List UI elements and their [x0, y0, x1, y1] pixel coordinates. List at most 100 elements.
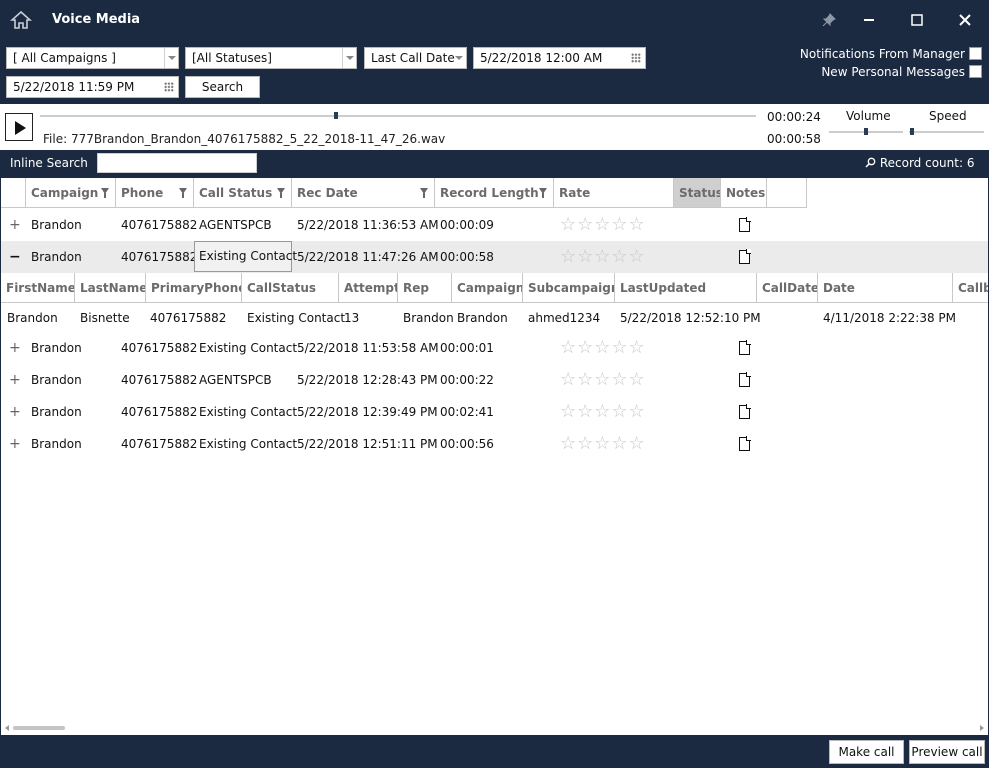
expand-icon[interactable]: + — [9, 209, 21, 241]
column-header-rec-date[interactable]: Rec Date — [292, 178, 435, 208]
note-document-icon[interactable] — [739, 372, 751, 387]
detail-header-primaryphone[interactable]: PrimaryPhone — [146, 273, 242, 303]
scroll-left-icon[interactable] — [5, 725, 9, 731]
column-header-phone[interactable]: Phone — [116, 178, 194, 208]
expand-icon[interactable]: + — [9, 332, 21, 364]
date-field-dropdown[interactable]: Last Call Date — [364, 47, 467, 69]
cell-campaign: Brandon — [31, 373, 82, 387]
cell-phone: 4076175882 — [121, 437, 198, 451]
calendar-icon[interactable] — [631, 53, 641, 63]
table-row[interactable]: + Brandon 4076175882 Existing Contact 5/… — [1, 396, 988, 428]
column-header-status[interactable]: Status — [674, 178, 721, 208]
volume-thumb[interactable] — [864, 128, 868, 135]
table-row[interactable]: + Brandon 4076175882 Existing Contact 5/… — [1, 428, 988, 460]
speed-thumb[interactable] — [910, 128, 914, 135]
status-dropdown-value: [All Statuses] — [192, 51, 272, 65]
chevron-down-icon — [342, 48, 356, 68]
detail-header-firstname[interactable]: FirstName — [1, 273, 75, 303]
minimize-button[interactable] — [858, 9, 880, 31]
play-button[interactable] — [5, 113, 33, 141]
campaign-dropdown[interactable]: [ All Campaigns ] — [6, 47, 179, 69]
rating-stars[interactable]: ☆☆☆☆☆ — [560, 209, 646, 241]
filter-icon[interactable] — [179, 188, 187, 198]
search-button[interactable]: Search — [185, 76, 260, 98]
detail-row: Brandon Bisnette 4076175882 Existing Con… — [1, 303, 988, 334]
column-header-rate[interactable]: Rate — [554, 178, 674, 208]
cell-phone: 4076175882 — [121, 250, 198, 264]
expand-icon[interactable]: + — [9, 428, 21, 460]
cell-call-status[interactable]: Existing Contact — [194, 241, 297, 272]
record-count: Record count: 6 — [865, 156, 974, 170]
maximize-button[interactable] — [906, 9, 928, 31]
seek-thumb[interactable] — [333, 112, 338, 119]
file-name: File: 777Brandon_Brandon_4076175882_5_22… — [43, 132, 446, 146]
calendar-icon[interactable] — [164, 82, 174, 92]
pin-icon[interactable] — [818, 9, 840, 31]
inline-search-input[interactable] — [97, 153, 257, 173]
cell-record-length: 00:00:09 — [440, 218, 494, 232]
preview-call-button[interactable]: Preview call — [909, 740, 985, 764]
expand-icon[interactable]: + — [9, 396, 21, 428]
date-from-picker[interactable]: 5/22/2018 12:00 AM — [473, 47, 646, 69]
detail-header-lastupdated[interactable]: LastUpdated — [615, 273, 757, 303]
table-row[interactable]: + Brandon 4076175882 AGENTSPCB 5/22/2018… — [1, 209, 988, 241]
rating-stars[interactable]: ☆☆☆☆☆ — [560, 241, 646, 273]
note-document-icon[interactable] — [739, 436, 751, 451]
cell-rec-date: 5/22/2018 11:53:58 AM — [297, 341, 439, 355]
detail-header-rep[interactable]: Rep — [398, 273, 452, 303]
rating-stars[interactable]: ☆☆☆☆☆ — [560, 428, 646, 460]
speed-label: Speed — [929, 109, 967, 123]
rating-stars[interactable]: ☆☆☆☆☆ — [560, 364, 646, 396]
detail-header-campaign[interactable]: Campaign — [452, 273, 523, 303]
scroll-right-icon[interactable] — [980, 725, 984, 731]
note-document-icon[interactable] — [739, 217, 751, 232]
cell-phone: 4076175882 — [121, 218, 198, 232]
filter-icon[interactable] — [420, 188, 428, 198]
detail-header-lastname[interactable]: LastName — [75, 273, 146, 303]
filter-icon[interactable] — [101, 188, 109, 198]
expand-icon[interactable]: + — [9, 364, 21, 396]
column-header-campaign[interactable]: Campaign — [26, 178, 116, 208]
speed-slider[interactable] — [909, 131, 984, 133]
status-dropdown[interactable]: [All Statuses] — [185, 47, 357, 69]
cell-phone: 4076175882 — [121, 405, 198, 419]
detail-header-calldate[interactable]: CallDate — [757, 273, 818, 303]
collapse-icon[interactable]: − — [9, 241, 21, 273]
column-header-record-length[interactable]: Record Length — [435, 178, 554, 208]
make-call-button[interactable]: Make call — [829, 740, 904, 764]
detail-header-callstatus[interactable]: CallStatus — [242, 273, 339, 303]
notifications-manager-checkbox[interactable] — [969, 47, 982, 60]
note-document-icon[interactable] — [739, 249, 751, 264]
detail-lastname: Bisnette — [80, 311, 130, 325]
rating-stars[interactable]: ☆☆☆☆☆ — [560, 396, 646, 428]
seek-track[interactable] — [40, 115, 756, 117]
notifications-manager-label: Notifications From Manager — [799, 47, 965, 61]
detail-header-date[interactable]: Date — [818, 273, 953, 303]
date-to-picker[interactable]: 5/22/2018 11:59 PM — [6, 76, 179, 98]
filter-icon[interactable] — [277, 188, 285, 198]
table-row[interactable]: − Brandon 4076175882 Existing Contact 5/… — [1, 241, 988, 273]
date-to-value: 5/22/2018 11:59 PM — [13, 80, 135, 94]
column-header-notes[interactable]: Notes — [721, 178, 767, 208]
table-row[interactable]: + Brandon 4076175882 Existing Contact 5/… — [1, 332, 988, 364]
detail-header-attempt[interactable]: Attempt — [339, 273, 398, 303]
cell-record-length: 00:00:56 — [440, 437, 494, 451]
close-button[interactable] — [954, 9, 976, 31]
detail-header-callback[interactable]: Callb — [953, 273, 988, 303]
chevron-down-icon — [452, 48, 466, 68]
horizontal-scrollbar-thumb[interactable] — [13, 726, 65, 730]
table-row[interactable]: + Brandon 4076175882 AGENTSPCB 5/22/2018… — [1, 364, 988, 396]
note-document-icon[interactable] — [739, 404, 751, 419]
detail-attempt: 13 — [344, 311, 360, 325]
personal-messages-checkbox[interactable] — [969, 65, 982, 78]
cell-record-length: 00:00:58 — [440, 250, 494, 264]
detail-rep: Brandon — [403, 311, 454, 325]
rating-stars[interactable]: ☆☆☆☆☆ — [560, 332, 646, 364]
detail-lastupdated: 5/22/2018 12:52:10 PM — [620, 311, 761, 325]
detail-phone: 4076175882 — [150, 311, 227, 325]
note-document-icon[interactable] — [739, 340, 751, 355]
filter-icon[interactable] — [539, 188, 547, 198]
detail-header-subcampaign[interactable]: Subcampaign — [523, 273, 615, 303]
column-header-call-status[interactable]: Call Status — [194, 178, 292, 208]
home-icon[interactable] — [9, 10, 33, 30]
